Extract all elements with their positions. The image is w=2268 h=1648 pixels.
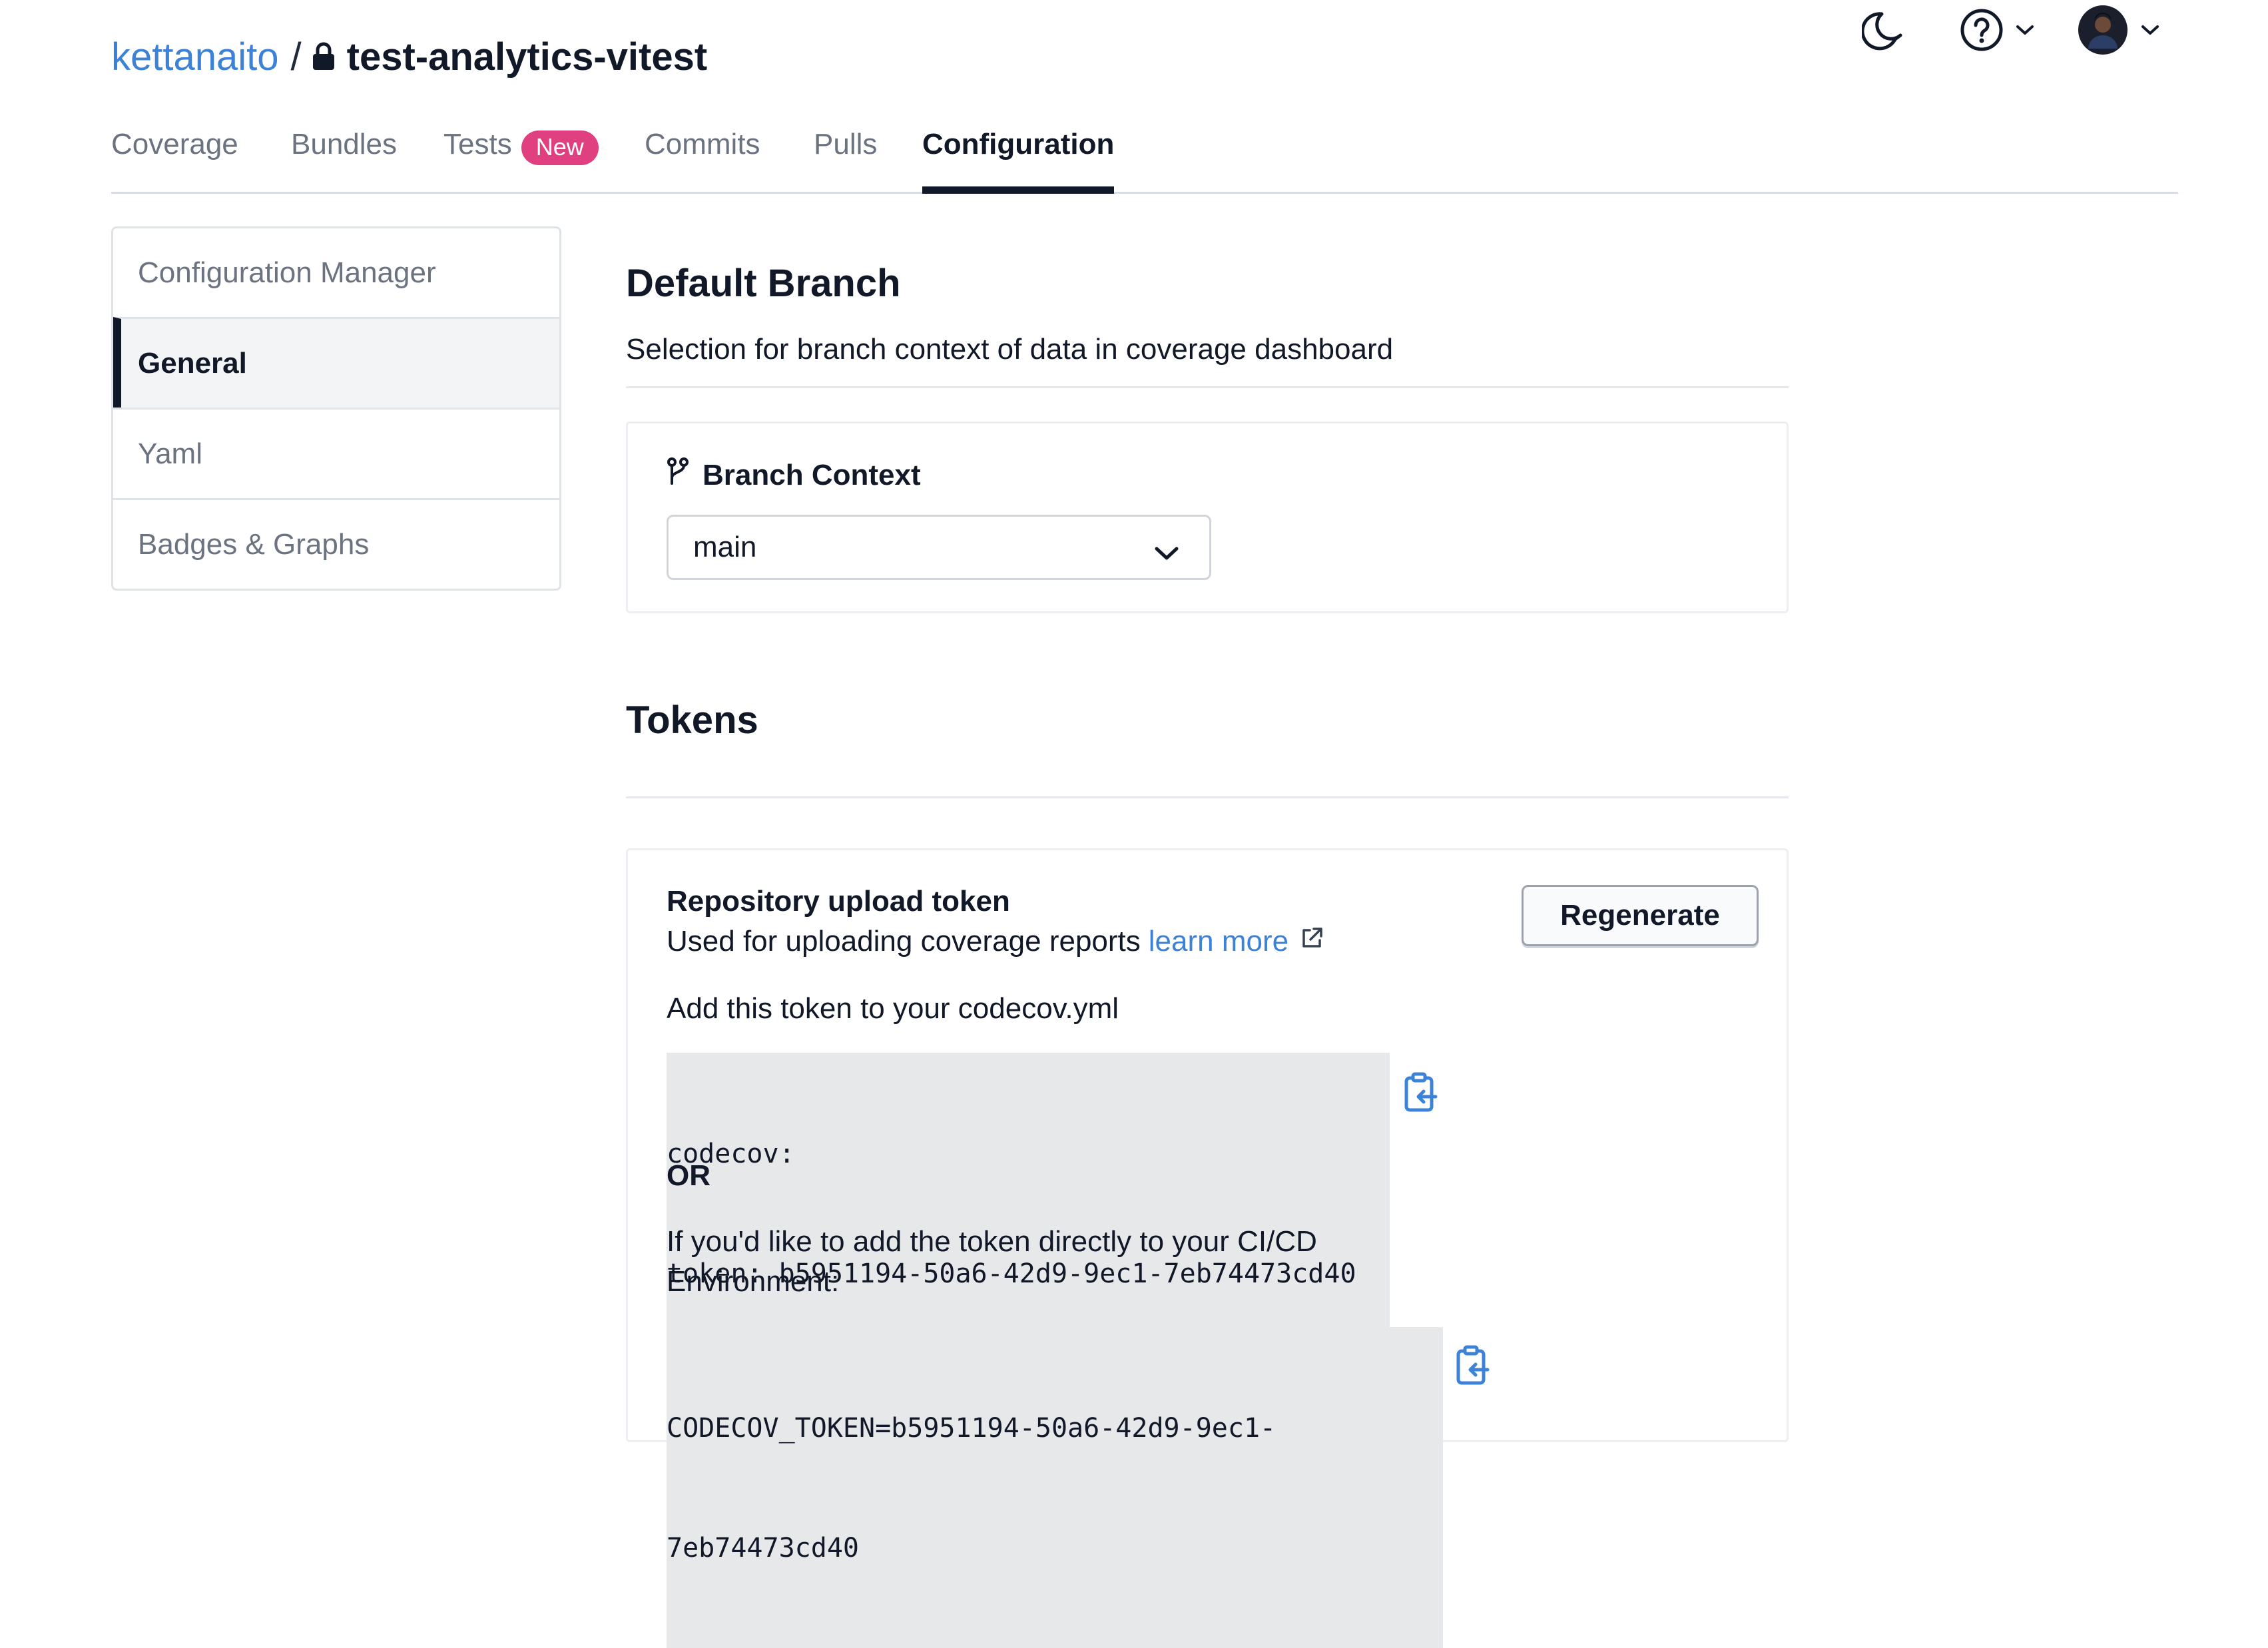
chevron-down-icon	[2015, 23, 2035, 37]
help-circle-icon	[1958, 6, 2006, 54]
tab-label: Configuration	[922, 128, 1115, 160]
branch-context-label: Branch Context	[667, 457, 921, 493]
copy-clipboard-icon[interactable]	[1398, 1071, 1438, 1117]
chevron-down-icon	[2140, 23, 2160, 37]
user-menu-button[interactable]	[2078, 0, 2160, 60]
branch-context-card: Branch Context main	[626, 421, 1789, 613]
lock-icon	[311, 42, 336, 71]
env-token-snippet[interactable]: CODECOV_TOKEN=b5951194-50a6-42d9-9ec1- 7…	[667, 1327, 1443, 1648]
git-branch-icon	[667, 457, 703, 493]
sidebar-item-label: Badges & Graphs	[138, 527, 370, 561]
tab-label: Pulls	[814, 128, 878, 160]
help-menu-button[interactable]	[1958, 0, 2035, 60]
user-avatar	[2078, 5, 2128, 55]
sidebar-item-label: Yaml	[138, 437, 202, 470]
owner-link[interactable]: kettanaito	[111, 35, 279, 79]
yml-token-snippet[interactable]: codecov: token: b5951194-50a6-42d9-9ec1-…	[667, 1053, 1390, 1374]
settings-sidebar: Configuration Manager General Yaml Badge…	[111, 226, 561, 591]
env-line: 7eb74473cd40	[667, 1533, 859, 1563]
tab-label: Commits	[645, 128, 760, 160]
learn-more-link[interactable]: learn more	[1149, 925, 1288, 958]
theme-toggle-button[interactable]	[1862, 0, 1910, 60]
env-instruction: If you'd like to add the token directly …	[667, 1222, 1317, 1302]
env-instruction-line: Environment:	[667, 1265, 840, 1298]
sidebar-item-label: Configuration Manager	[138, 256, 436, 289]
branch-select[interactable]: main	[667, 515, 1211, 580]
tab-label: Bundles	[291, 128, 398, 160]
repo-configuration-page: kettanaito / test-analytics-vitest Cover…	[0, 0, 2268, 1648]
chevron-down-icon	[1153, 537, 1180, 571]
copy-clipboard-icon[interactable]	[1450, 1344, 1490, 1390]
or-label: OR	[667, 1159, 710, 1192]
branch-context-text: Branch Context	[703, 458, 921, 491]
upload-token-subtitle: Used for uploading coverage reports lear…	[667, 925, 1324, 958]
upload-token-card: Repository upload token Used for uploadi…	[626, 848, 1789, 1648]
upload-token-title: Repository upload token	[667, 885, 1010, 918]
tokens-title: Tokens	[626, 698, 758, 742]
breadcrumb: kettanaito / test-analytics-vitest	[111, 27, 707, 87]
tab-configuration[interactable]: Configuration	[922, 120, 1115, 194]
yml-instruction: Add this token to your codecov.yml	[667, 992, 1119, 1025]
sidebar-item-general[interactable]: General	[113, 317, 559, 408]
yml-line: codecov:	[667, 1139, 795, 1169]
divider	[626, 386, 1789, 388]
tab-coverage[interactable]: Coverage	[111, 120, 238, 192]
branch-select-value: main	[693, 531, 757, 563]
external-link-icon[interactable]	[1288, 925, 1324, 958]
sidebar-item-badges-graphs[interactable]: Badges & Graphs	[113, 498, 559, 589]
tab-bundles[interactable]: Bundles	[291, 120, 397, 192]
moon-icon	[1862, 6, 1910, 54]
repo-tabs: Coverage Bundles Tests New Commits Pulls…	[111, 120, 2178, 194]
tab-label: Tests	[443, 128, 512, 160]
upload-token-subtitle-text: Used for uploading coverage reports	[667, 925, 1141, 958]
default-branch-description: Selection for branch context of data in …	[626, 333, 1394, 366]
tab-label: Coverage	[111, 128, 238, 160]
sidebar-item-configuration-manager[interactable]: Configuration Manager	[113, 228, 559, 317]
tab-pulls[interactable]: Pulls	[814, 120, 877, 192]
env-instruction-line: If you'd like to add the token directly …	[667, 1225, 1317, 1258]
sidebar-item-yaml[interactable]: Yaml	[113, 408, 559, 498]
regenerate-button[interactable]: Regenerate	[1522, 885, 1759, 946]
divider	[626, 796, 1789, 798]
tab-tests[interactable]: Tests New	[443, 120, 599, 192]
breadcrumb-separator: /	[290, 35, 302, 79]
new-badge: New	[521, 131, 599, 165]
env-line: CODECOV_TOKEN=b5951194-50a6-42d9-9ec1-	[667, 1413, 1276, 1444]
default-branch-title: Default Branch	[626, 262, 901, 305]
repo-name[interactable]: test-analytics-vitest	[347, 35, 708, 79]
tab-commits[interactable]: Commits	[645, 120, 760, 192]
sidebar-item-label: General	[138, 346, 247, 380]
